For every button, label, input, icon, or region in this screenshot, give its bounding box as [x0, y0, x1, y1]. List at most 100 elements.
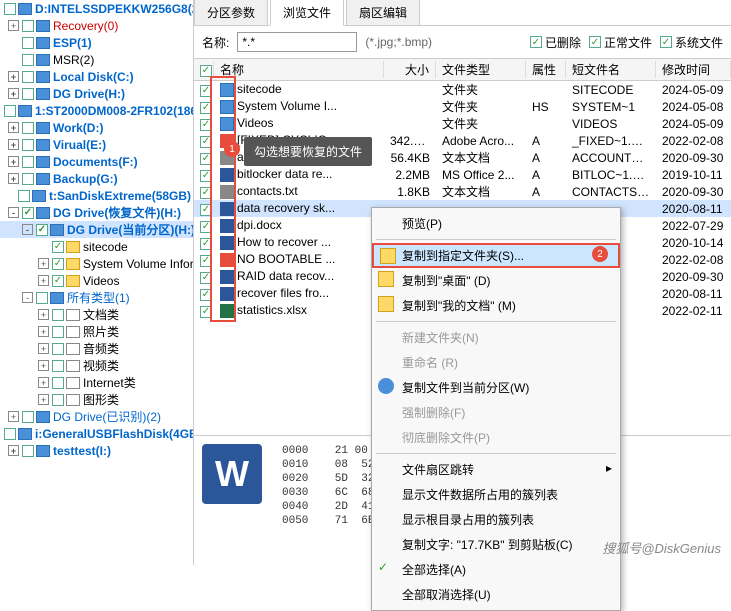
tree-checkbox[interactable]	[52, 343, 64, 355]
tree-checkbox[interactable]	[4, 3, 16, 15]
tree-checkbox[interactable]	[52, 394, 64, 406]
expander-icon[interactable]: +	[8, 411, 19, 422]
disk-tree[interactable]: D:INTELSSDPEKKW256G8(238GB)+Recovery(0)E…	[0, 0, 194, 565]
tree-checkbox[interactable]	[22, 156, 34, 168]
tree-item[interactable]: +System Volume Informati…	[0, 255, 193, 272]
expander-icon[interactable]: +	[38, 326, 49, 337]
col-size[interactable]: 大小	[384, 61, 436, 78]
filter-deleted-checkbox[interactable]: 已删除	[530, 34, 581, 51]
expander-icon[interactable]: +	[38, 394, 49, 405]
expander-icon[interactable]: +	[38, 258, 49, 269]
tree-checkbox[interactable]	[18, 190, 30, 202]
col-short[interactable]: 短文件名	[566, 61, 656, 78]
ctx-new-folder[interactable]: 新建文件夹(N)	[372, 325, 620, 350]
tree-checkbox[interactable]	[22, 122, 34, 134]
tree-item[interactable]: +图形类	[0, 391, 193, 408]
tree-checkbox[interactable]	[22, 445, 34, 457]
tree-item[interactable]: +Videos	[0, 272, 193, 289]
col-type[interactable]: 文件类型	[436, 61, 526, 78]
tree-item[interactable]: +Recovery(0)	[0, 17, 193, 34]
file-checkbox[interactable]	[200, 306, 212, 318]
tree-checkbox[interactable]	[36, 224, 48, 236]
tree-item[interactable]: +Work(D:)	[0, 119, 193, 136]
tree-checkbox[interactable]	[36, 292, 48, 304]
tree-checkbox[interactable]	[52, 309, 64, 321]
file-checkbox[interactable]	[200, 289, 212, 301]
tree-item[interactable]: -DG Drive(当前分区)(H:)	[0, 221, 193, 238]
tab-partition-params[interactable]: 分区参数	[194, 0, 268, 25]
file-checkbox[interactable]	[200, 187, 212, 199]
tree-item[interactable]: i:GeneralUSBFlashDisk(4GB)	[0, 425, 193, 442]
expander-icon[interactable]: -	[8, 207, 19, 218]
file-checkbox[interactable]	[200, 102, 212, 114]
tree-checkbox[interactable]	[52, 326, 64, 338]
tree-item[interactable]: +testtest(I:)	[0, 442, 193, 459]
tree-checkbox[interactable]	[4, 428, 16, 440]
tree-item[interactable]: -所有类型(1)	[0, 289, 193, 306]
tree-item[interactable]: D:INTELSSDPEKKW256G8(238GB)	[0, 0, 193, 17]
expander-icon[interactable]: -	[22, 224, 33, 235]
col-attr[interactable]: 属性	[526, 61, 566, 78]
tree-item[interactable]: +Documents(F:)	[0, 153, 193, 170]
expander-icon[interactable]: +	[8, 139, 19, 150]
file-checkbox[interactable]	[200, 255, 212, 267]
expander-icon[interactable]: +	[8, 156, 19, 167]
expander-icon[interactable]: +	[38, 360, 49, 371]
ctx-sector-jump[interactable]: 文件扇区跳转▸	[372, 457, 620, 482]
file-checkbox[interactable]	[200, 170, 212, 182]
tree-item[interactable]: MSR(2)	[0, 51, 193, 68]
tab-sector-edit[interactable]: 扇区编辑	[346, 0, 420, 25]
tree-item[interactable]: +音频类	[0, 340, 193, 357]
expander-icon[interactable]: +	[38, 275, 49, 286]
select-all-checkbox[interactable]	[200, 65, 212, 77]
tree-item[interactable]: -DG Drive(恢复文件)(H:)	[0, 204, 193, 221]
tree-checkbox[interactable]	[22, 37, 34, 49]
expander-icon[interactable]: +	[38, 377, 49, 388]
tree-checkbox[interactable]	[22, 173, 34, 185]
tree-item[interactable]: +文档类	[0, 306, 193, 323]
ctx-copy-desktop[interactable]: 复制到"桌面" (D)	[372, 268, 620, 293]
file-checkbox[interactable]	[200, 153, 212, 165]
file-row[interactable]: sitecode文件夹SITECODE2024-05-09	[194, 81, 731, 98]
tree-item[interactable]: 1:ST2000DM008-2FR102(1863GB)	[0, 102, 193, 119]
file-checkbox[interactable]	[200, 238, 212, 250]
file-row[interactable]: [FIXED] CYCLIC ...342.4KBAdobe Acro...A_…	[194, 132, 731, 149]
tree-item[interactable]: +DG Drive(已识别)(2)	[0, 408, 193, 425]
tree-checkbox[interactable]	[4, 105, 16, 117]
tree-checkbox[interactable]	[22, 71, 34, 83]
tree-checkbox[interactable]	[52, 241, 64, 253]
tree-item[interactable]: +Backup(G:)	[0, 170, 193, 187]
tree-checkbox[interactable]	[22, 20, 34, 32]
tree-checkbox[interactable]	[52, 258, 64, 270]
col-name[interactable]: 名称	[214, 61, 384, 78]
tree-item[interactable]: sitecode	[0, 238, 193, 255]
ctx-copy-to-folder[interactable]: 复制到指定文件夹(S)...2	[372, 243, 620, 268]
ctx-force-delete[interactable]: 强制删除(F)	[372, 400, 620, 425]
tree-checkbox[interactable]	[22, 139, 34, 151]
tree-item[interactable]: +Local Disk(C:)	[0, 68, 193, 85]
tree-checkbox[interactable]	[52, 377, 64, 389]
ctx-copy-to-partition[interactable]: 复制文件到当前分区(W)	[372, 375, 620, 400]
file-row[interactable]: bitlocker data re...2.2MBMS Office 2...A…	[194, 166, 731, 183]
tree-checkbox[interactable]	[22, 88, 34, 100]
ctx-show-cluster[interactable]: 显示文件数据所占用的簇列表	[372, 482, 620, 507]
tab-browse-files[interactable]: 浏览文件	[270, 0, 344, 26]
expander-icon[interactable]: -	[22, 292, 33, 303]
file-checkbox[interactable]	[200, 119, 212, 131]
tree-checkbox[interactable]	[22, 54, 34, 66]
file-row[interactable]: accounts.txt56.4KB文本文档AACCOUNTS....2020-…	[194, 149, 731, 166]
expander-icon[interactable]: +	[8, 88, 19, 99]
tree-item[interactable]: t:SanDiskExtreme(58GB)	[0, 187, 193, 204]
file-checkbox[interactable]	[200, 204, 212, 216]
ctx-rename[interactable]: 重命名 (R)	[372, 350, 620, 375]
tree-checkbox[interactable]	[52, 275, 64, 287]
tree-checkbox[interactable]	[52, 360, 64, 372]
expander-icon[interactable]: +	[38, 309, 49, 320]
ctx-select-all[interactable]: ✓全部选择(A)	[372, 557, 620, 582]
ctx-full-delete[interactable]: 彻底删除文件(P)	[372, 425, 620, 450]
file-checkbox[interactable]	[200, 136, 212, 148]
expander-icon[interactable]: +	[8, 20, 19, 31]
expander-icon[interactable]: +	[38, 343, 49, 354]
ctx-copy-text[interactable]: 复制文字: "17.7KB" 到剪贴板(C)	[372, 532, 620, 557]
tree-item[interactable]: ESP(1)	[0, 34, 193, 51]
